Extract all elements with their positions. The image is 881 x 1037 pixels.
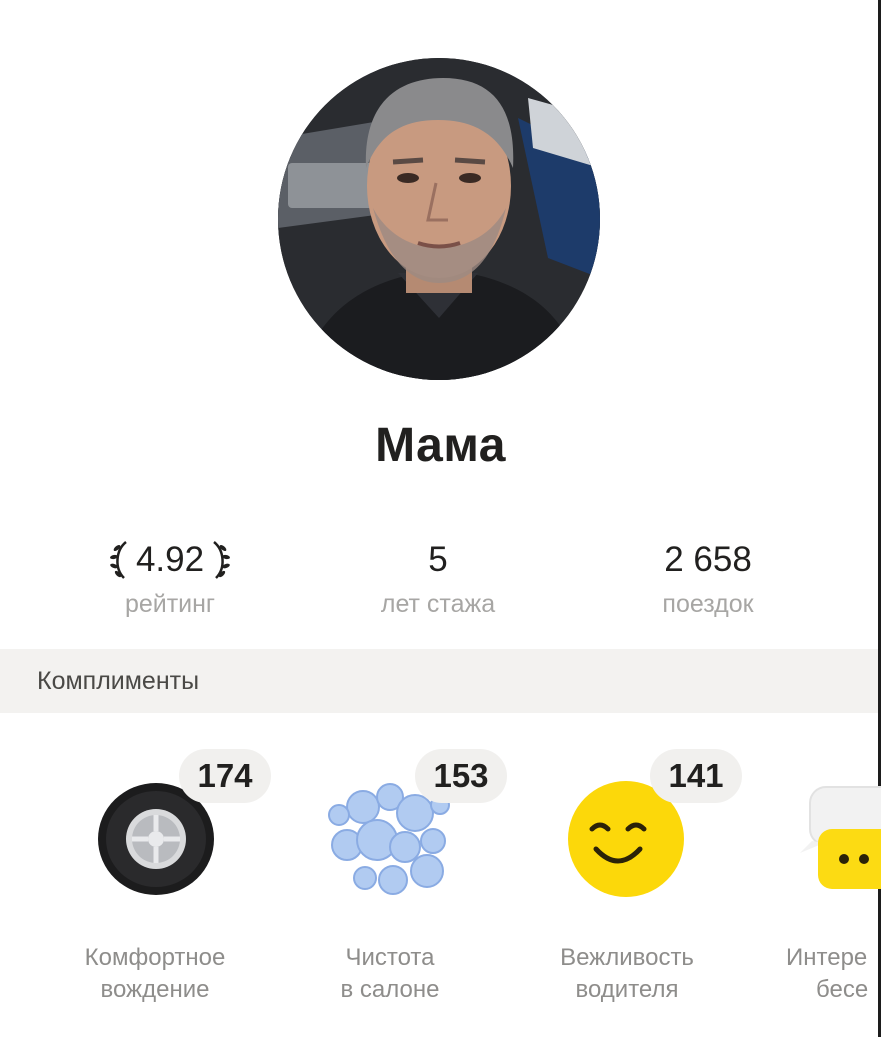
compliments-title: Комплименты <box>37 667 200 695</box>
rating-stat: 4.92 рейтинг <box>50 536 290 619</box>
compliment-label: Комфортное вождение <box>84 944 226 1003</box>
compliment-label: Чистота в салоне <box>340 944 440 1003</box>
compliment-politeness[interactable]: 141 Вежливость водителя <box>512 745 742 1025</box>
laurel-left-icon <box>109 541 127 579</box>
experience-stat: 5 лет стажа <box>318 536 558 619</box>
laurel-right-icon <box>213 541 231 579</box>
compliment-cleanliness[interactable]: 153 Чистота в салоне <box>275 745 507 1025</box>
experience-value: 5 <box>428 540 448 579</box>
compliment-label: Интере бесе <box>786 944 869 1003</box>
driver-photo <box>278 58 600 380</box>
compliment-label: Вежливость водителя <box>560 944 694 1003</box>
avatar[interactable] <box>278 58 600 380</box>
compliment-count-badge: 141 <box>650 749 742 803</box>
chat-bubble-icon <box>800 786 881 889</box>
compliment-count-badge: 153 <box>415 749 507 803</box>
trips-stat: 2 658 поездок <box>588 536 828 619</box>
rating-value: 4.92 <box>135 540 205 579</box>
compliments-header: Комплименты <box>0 649 878 713</box>
trips-label: поездок <box>662 590 754 618</box>
trips-value: 2 658 <box>664 540 752 579</box>
compliment-interesting-conversation[interactable]: Интере бесе <box>760 745 881 1025</box>
profile-name: Мама <box>375 419 506 472</box>
compliment-comfortable-driving[interactable]: 174 Комфортное вождение <box>40 745 271 1025</box>
compliment-count-badge: 174 <box>179 749 271 803</box>
experience-label: лет стажа <box>380 590 496 618</box>
rating-label: рейтинг <box>124 590 216 618</box>
